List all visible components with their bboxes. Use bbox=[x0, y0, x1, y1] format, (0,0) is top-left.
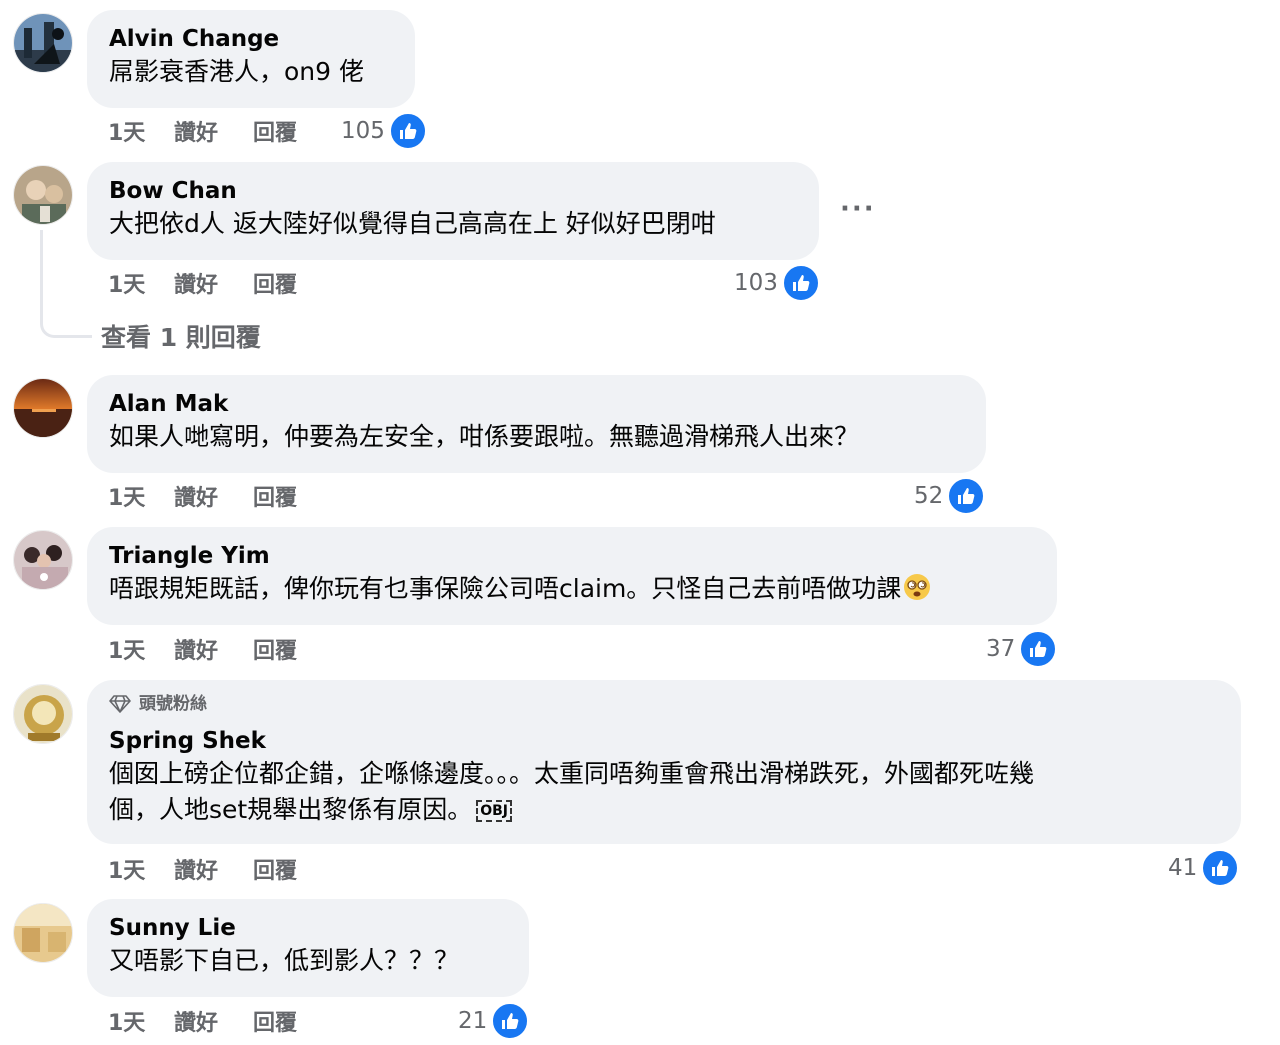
top-fan-label: 頭號粉絲 bbox=[139, 694, 207, 714]
comment-actions: 1天 讚好 回覆 bbox=[108, 632, 297, 666]
comment-author[interactable]: Triangle Yim bbox=[109, 541, 1035, 571]
reaction-count: 103 bbox=[734, 270, 778, 296]
reaction-summary[interactable]: 21 bbox=[458, 1002, 530, 1040]
reaction-summary[interactable]: 103 bbox=[734, 264, 820, 302]
comment-bubble: Triangle Yim 唔跟規矩既話，俾你玩有乜事保險公司唔claim。只怪自… bbox=[87, 527, 1057, 625]
comment-time[interactable]: 1天 bbox=[108, 267, 174, 299]
avatar[interactable] bbox=[13, 13, 73, 73]
comment-text-line-2-body: 個，人地set規舉出黎係有原因。 bbox=[109, 795, 473, 824]
like-button[interactable]: 讚好 bbox=[174, 267, 253, 299]
comment-text: 唔跟規矩既話，俾你玩有乜事保險公司唔claim。只怪自己去前唔做功課 bbox=[109, 571, 1035, 611]
reply-button[interactable]: 回覆 bbox=[253, 480, 297, 512]
comment-bubble: Alvin Change 屌影衰香港人，on9 佬 bbox=[87, 10, 415, 108]
reply-button[interactable]: 回覆 bbox=[253, 853, 297, 885]
comment-time[interactable]: 1天 bbox=[108, 480, 174, 512]
reaction-count: 21 bbox=[458, 1008, 488, 1034]
comment-text-body: 唔跟規矩既話，俾你玩有乜事保險公司唔claim。只怪自己去前唔做功課 bbox=[109, 574, 902, 603]
comment-time[interactable]: 1天 bbox=[108, 633, 174, 665]
comment-author[interactable]: Spring Shek bbox=[109, 726, 1219, 756]
reaction-summary[interactable]: 37 bbox=[986, 630, 1058, 668]
comment-text: 又唔影下自已，低到影人？？？ bbox=[109, 946, 460, 975]
reply-thread-line bbox=[40, 230, 92, 338]
comment-text: 如果人哋寫明，仲要為左安全，咁係要跟啦。無聽過滑梯飛人出來？ bbox=[109, 422, 860, 451]
comment-text-line-1: 個囡上磅企位都企錯，企喺條邊度。。。太重同唔夠重會飛出滑梯跌死，外國都死咗幾 bbox=[109, 759, 1035, 788]
comment-time[interactable]: 1天 bbox=[108, 1005, 174, 1037]
comment-actions: 1天 讚好 回覆 bbox=[108, 852, 297, 886]
like-button[interactable]: 讚好 bbox=[174, 1005, 253, 1037]
like-button[interactable]: 讚好 bbox=[174, 853, 253, 885]
avatar[interactable] bbox=[13, 903, 73, 963]
reaction-count: 41 bbox=[1168, 855, 1198, 881]
comment-time[interactable]: 1天 bbox=[108, 853, 174, 885]
comment-bubble: Alan Mak 如果人哋寫明，仲要為左安全，咁係要跟啦。無聽過滑梯飛人出來？ bbox=[87, 375, 986, 473]
comment-actions: 1天 讚好 回覆 bbox=[108, 266, 297, 300]
top-fan-badge: 頭號粉絲 bbox=[109, 692, 1219, 716]
avatar[interactable] bbox=[13, 684, 73, 744]
reaction-summary[interactable]: 41 bbox=[1168, 849, 1240, 887]
comment-bubble: Sunny Lie 又唔影下自已，低到影人？？？ bbox=[87, 899, 529, 997]
view-replies-link[interactable]: 查看 1 則回覆 bbox=[101, 318, 261, 354]
like-thumb-icon bbox=[1201, 849, 1240, 887]
reply-button[interactable]: 回覆 bbox=[253, 1005, 297, 1037]
reaction-summary[interactable]: 52 bbox=[914, 477, 986, 515]
reply-button[interactable]: 回覆 bbox=[253, 267, 297, 299]
comment-actions: 1天 讚好 回覆 bbox=[108, 1004, 297, 1038]
comment-text-line-2: 個，人地set規舉出黎係有原因。 OBJ bbox=[109, 792, 1219, 828]
diamond-icon bbox=[109, 695, 131, 713]
like-button[interactable]: 讚好 bbox=[174, 115, 253, 147]
comment-bubble: Bow Chan 大把依d人 返大陸好似覺得自己高高在上 好似好巴閉咁 bbox=[87, 162, 819, 260]
reaction-count: 37 bbox=[986, 636, 1016, 662]
comment-author[interactable]: Alvin Change bbox=[109, 24, 393, 54]
dizzy-face-emoji bbox=[903, 573, 931, 611]
avatar[interactable] bbox=[13, 165, 73, 225]
comment-author[interactable]: Alan Mak bbox=[109, 389, 964, 419]
comment-text: 大把依d人 返大陸好似覺得自己高高在上 好似好巴閉咁 bbox=[109, 209, 716, 238]
comment-author[interactable]: Sunny Lie bbox=[109, 913, 507, 943]
like-button[interactable]: 讚好 bbox=[174, 480, 253, 512]
comment-actions: 1天 讚好 回覆 bbox=[108, 479, 297, 513]
avatar[interactable] bbox=[13, 530, 73, 590]
like-thumb-icon bbox=[947, 477, 986, 515]
avatar[interactable] bbox=[13, 378, 73, 438]
like-thumb-icon bbox=[491, 1002, 530, 1040]
obj-placeholder: OBJ bbox=[476, 800, 512, 822]
reaction-count: 105 bbox=[341, 118, 385, 144]
reply-button[interactable]: 回覆 bbox=[253, 115, 297, 147]
comment-bubble: 頭號粉絲 Spring Shek 個囡上磅企位都企錯，企喺條邊度。。。太重同唔夠… bbox=[87, 680, 1241, 844]
reply-button[interactable]: 回覆 bbox=[253, 633, 297, 665]
reaction-count: 52 bbox=[914, 483, 944, 509]
like-thumb-icon bbox=[781, 264, 820, 302]
comment-text: 屌影衰香港人，on9 佬 bbox=[109, 57, 364, 86]
like-thumb-icon bbox=[1019, 630, 1058, 668]
comment-author[interactable]: Bow Chan bbox=[109, 176, 797, 206]
comment-actions: 1天 讚好 回覆 bbox=[108, 114, 297, 148]
like-thumb-icon bbox=[388, 112, 427, 150]
more-options-button[interactable]: ··· bbox=[840, 194, 876, 224]
comment-time[interactable]: 1天 bbox=[108, 115, 174, 147]
reaction-summary[interactable]: 105 bbox=[341, 112, 427, 150]
like-button[interactable]: 讚好 bbox=[174, 633, 253, 665]
